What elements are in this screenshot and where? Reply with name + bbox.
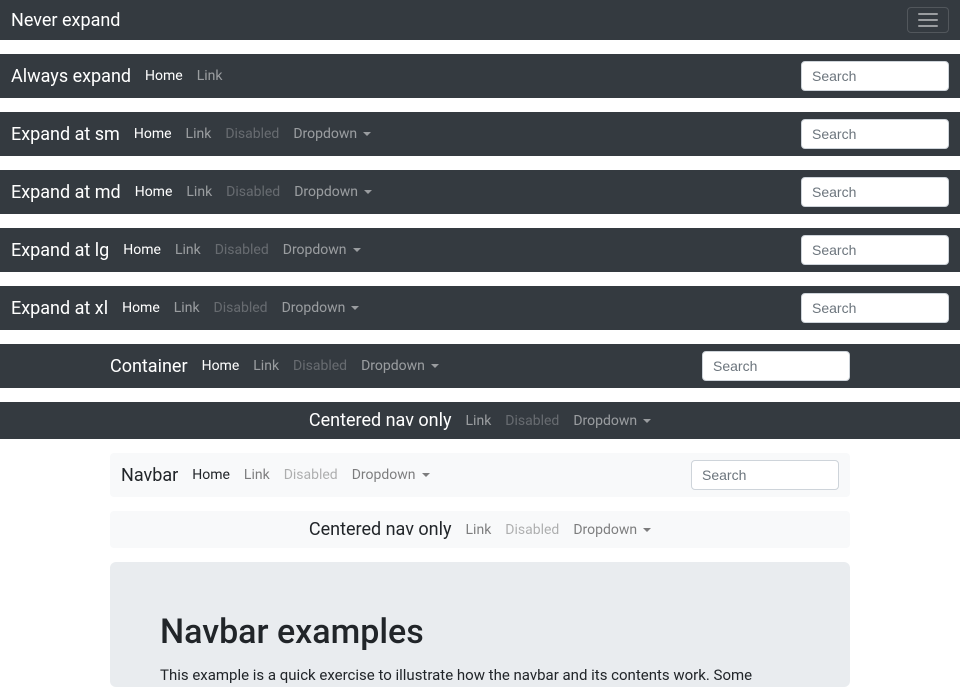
chevron-down-icon: [353, 248, 361, 252]
nav-dropdown[interactable]: Dropdown: [573, 413, 651, 429]
chevron-down-icon: [431, 364, 439, 368]
nav-dropdown[interactable]: Dropdown: [294, 184, 372, 200]
nav-home[interactable]: Home: [134, 126, 172, 142]
navbar-container: Container Home Link Disabled Dropdown: [0, 344, 960, 388]
chevron-down-icon: [364, 190, 372, 194]
nav-dropdown[interactable]: Dropdown: [573, 522, 651, 538]
nav-list: Home Link Disabled Dropdown: [192, 467, 691, 483]
navbar-expand-md: Expand at md Home Link Disabled Dropdown: [0, 170, 960, 214]
search-input[interactable]: [691, 460, 839, 490]
nav-disabled: Disabled: [215, 242, 269, 258]
navbar-never-expand: Never expand: [0, 0, 960, 40]
hamburger-toggler[interactable]: [907, 7, 949, 33]
brand[interactable]: Expand at lg: [11, 240, 109, 261]
nav-list: Link Disabled Dropdown: [466, 522, 652, 538]
nav-home[interactable]: Home: [202, 358, 240, 374]
navbar-centered-dark: Centered nav only Link Disabled Dropdown: [0, 402, 960, 439]
search-input[interactable]: [702, 351, 850, 381]
brand[interactable]: Centered nav only: [309, 410, 452, 431]
navbar-centered-light: Centered nav only Link Disabled Dropdown: [110, 511, 850, 548]
brand[interactable]: Navbar: [121, 465, 178, 486]
navbar-expand-lg: Expand at lg Home Link Disabled Dropdown: [0, 228, 960, 272]
chevron-down-icon: [363, 132, 371, 136]
search-input[interactable]: [801, 293, 949, 323]
nav-home[interactable]: Home: [123, 242, 161, 258]
brand[interactable]: Expand at sm: [11, 124, 120, 145]
nav-home[interactable]: Home: [122, 300, 160, 316]
nav-home[interactable]: Home: [145, 68, 183, 84]
page-intro: This example is a quick exercise to illu…: [160, 664, 800, 687]
nav-list: Home Link Disabled Dropdown: [202, 358, 702, 374]
nav-list: Home Link Disabled Dropdown: [135, 184, 801, 200]
nav-disabled: Disabled: [293, 358, 347, 374]
brand[interactable]: Container: [110, 356, 188, 377]
search-input[interactable]: [801, 177, 949, 207]
nav-disabled: Disabled: [225, 126, 279, 142]
nav-disabled: Disabled: [226, 184, 280, 200]
hamburger-icon: [918, 13, 938, 15]
nav-disabled: Disabled: [214, 300, 268, 316]
navbar-expand-sm: Expand at sm Home Link Disabled Dropdown: [0, 112, 960, 156]
brand[interactable]: Centered nav only: [309, 519, 452, 540]
brand[interactable]: Always expand: [11, 66, 131, 87]
nav-home[interactable]: Home: [192, 467, 230, 483]
nav-list: Link Disabled Dropdown: [466, 413, 652, 429]
nav-list: Home Link Disabled Dropdown: [122, 300, 801, 316]
nav-link[interactable]: Link: [186, 184, 212, 200]
brand[interactable]: Never expand: [11, 10, 120, 31]
search-input[interactable]: [801, 235, 949, 265]
navbar-light: Navbar Home Link Disabled Dropdown: [110, 453, 850, 497]
nav-disabled: Disabled: [505, 413, 559, 429]
nav-dropdown[interactable]: Dropdown: [282, 300, 360, 316]
search-input[interactable]: [801, 119, 949, 149]
nav-link[interactable]: Link: [244, 467, 270, 483]
search-input[interactable]: [801, 61, 949, 91]
chevron-down-icon: [351, 306, 359, 310]
nav-link[interactable]: Link: [466, 413, 492, 429]
nav-disabled: Disabled: [284, 467, 338, 483]
nav-dropdown[interactable]: Dropdown: [352, 467, 430, 483]
nav-link[interactable]: Link: [197, 68, 223, 84]
nav-home[interactable]: Home: [135, 184, 173, 200]
nav-link[interactable]: Link: [253, 358, 279, 374]
navbar-expand-xl: Expand at xl Home Link Disabled Dropdown: [0, 286, 960, 330]
nav-dropdown[interactable]: Dropdown: [283, 242, 361, 258]
chevron-down-icon: [643, 528, 651, 532]
nav-link[interactable]: Link: [174, 300, 200, 316]
nav-link[interactable]: Link: [186, 126, 212, 142]
jumbotron: Navbar examples This example is a quick …: [110, 562, 850, 687]
chevron-down-icon: [643, 419, 651, 423]
nav-list: Home Link: [145, 68, 801, 84]
nav-list: Home Link Disabled Dropdown: [134, 126, 801, 142]
nav-link[interactable]: Link: [466, 522, 492, 538]
navbar-always-expand: Always expand Home Link: [0, 54, 960, 98]
nav-list: Home Link Disabled Dropdown: [123, 242, 801, 258]
nav-disabled: Disabled: [505, 522, 559, 538]
brand[interactable]: Expand at xl: [11, 298, 108, 319]
nav-link[interactable]: Link: [175, 242, 201, 258]
chevron-down-icon: [422, 473, 430, 477]
brand[interactable]: Expand at md: [11, 182, 121, 203]
page-title: Navbar examples: [160, 612, 800, 652]
nav-dropdown[interactable]: Dropdown: [361, 358, 439, 374]
nav-dropdown[interactable]: Dropdown: [293, 126, 371, 142]
